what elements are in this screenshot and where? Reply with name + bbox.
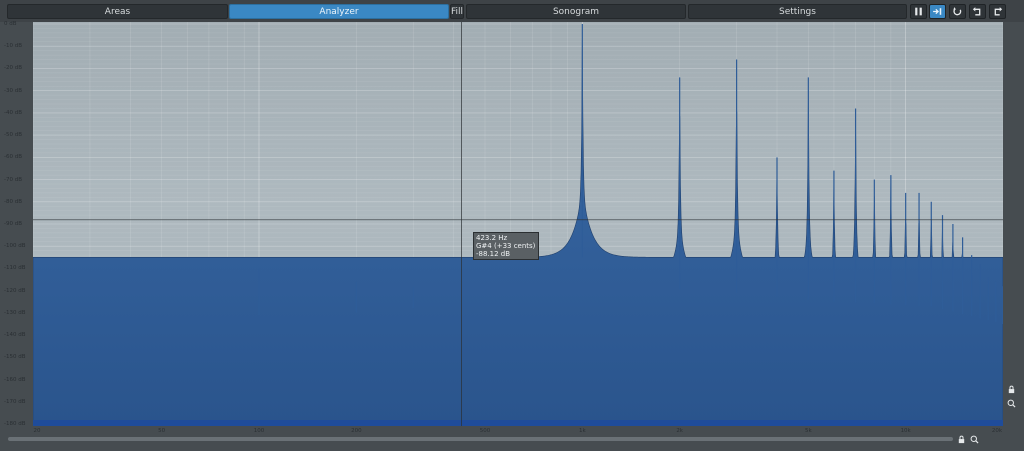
- y-tick-label: 0 dB: [4, 21, 17, 27]
- x-tick-label: 20k: [991, 428, 1003, 434]
- y-tick-label: -130 dB: [4, 309, 26, 316]
- undo-icon[interactable]: [969, 4, 986, 19]
- y-tick-label: -70 dB: [4, 176, 22, 183]
- tab-areas[interactable]: Areas: [7, 4, 228, 19]
- horizontal-scrollbar[interactable]: [8, 437, 953, 441]
- tab-settings[interactable]: Settings: [688, 4, 907, 19]
- lock-icon[interactable]: [1006, 384, 1016, 394]
- level-strip: [33, 420, 1003, 426]
- x-tick-label: 20: [33, 428, 41, 434]
- zoom-icon[interactable]: [1006, 398, 1016, 408]
- readout-level: -88.12 dB: [476, 250, 511, 258]
- y-tick-label: -150 dB: [4, 354, 26, 361]
- readout-note: G#4 (+33 cents): [476, 242, 536, 250]
- follow-icon[interactable]: [929, 4, 946, 19]
- y-tick-label: -180 dB: [4, 421, 26, 427]
- y-tick-label: -10 dB: [4, 43, 22, 50]
- y-tick-label: -110 dB: [4, 265, 26, 272]
- redo-icon[interactable]: [989, 4, 1006, 19]
- tab-sonogram[interactable]: Sonogram: [466, 4, 686, 19]
- x-tick-label: 10k: [900, 428, 911, 434]
- cursor-readout: 423.2 Hz G#4 (+33 cents) -88.12 dB: [473, 232, 540, 260]
- y-tick-label: -120 dB: [4, 287, 26, 294]
- y-tick-label: -100 dB: [4, 243, 26, 250]
- lock-icon[interactable]: [956, 434, 966, 444]
- x-tick-label: 50: [158, 428, 166, 434]
- readout-frequency: 423.2 Hz: [476, 234, 508, 242]
- top-bar: Areas Analyzer Fill Sonogram Settings: [0, 0, 1024, 22]
- zoom-icon[interactable]: [969, 434, 979, 444]
- tab-analyzer[interactable]: Analyzer: [229, 4, 449, 19]
- y-tick-label: -50 dB: [4, 132, 22, 139]
- x-tick-label: 100: [253, 428, 265, 434]
- x-tick-label: 2k: [676, 428, 683, 434]
- y-tick-label: -30 dB: [4, 87, 22, 94]
- y-tick-label: -80 dB: [4, 198, 22, 205]
- x-tick-label: 5k: [804, 428, 812, 434]
- x-tick-label: 200: [351, 428, 362, 434]
- y-tick-label: -170 dB: [4, 398, 26, 405]
- reset-icon[interactable]: [949, 4, 966, 19]
- y-tick-label: -160 dB: [4, 376, 26, 383]
- tab-fill[interactable]: Fill: [450, 4, 464, 19]
- x-tick-label: 1k: [578, 428, 586, 434]
- spectrum-plot[interactable]: [33, 22, 1003, 426]
- x-tick-label: 500: [479, 428, 491, 434]
- spectrum-graph: [33, 22, 1003, 426]
- y-tick-label: -60 dB: [4, 154, 22, 161]
- y-tick-label: -20 dB: [4, 65, 22, 72]
- y-tick-label: -140 dB: [4, 332, 26, 339]
- pause-icon[interactable]: [910, 4, 927, 19]
- y-tick-label: -90 dB: [4, 221, 22, 227]
- y-tick-label: -40 dB: [4, 109, 22, 116]
